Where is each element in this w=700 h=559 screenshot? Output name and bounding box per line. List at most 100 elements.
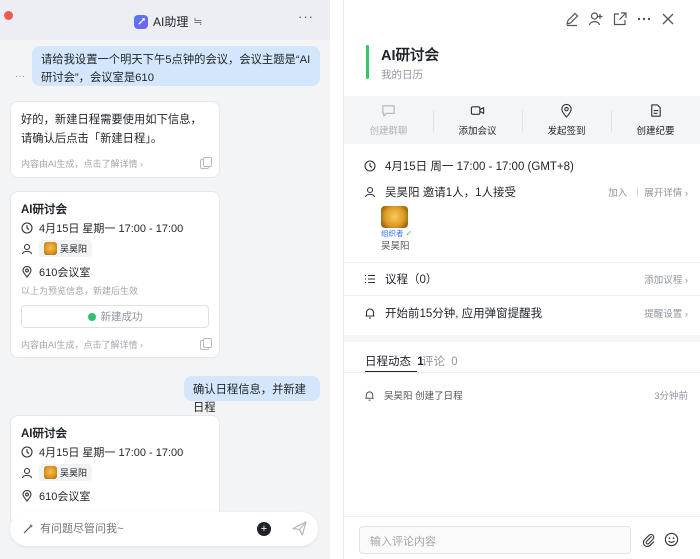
ai-footer-1: 内容由AI生成，点击了解详情 ›	[21, 156, 212, 170]
agenda-label: 议程（0）	[385, 274, 438, 286]
event-title: AI研讨会	[381, 48, 439, 64]
user-message-2-text: 确认日程信息，并新建日程	[193, 384, 306, 415]
create-success-button[interactable]: 新建成功	[21, 305, 209, 328]
event-card-1-time-row: 4月15日 星期一 17:00 - 17:00	[21, 220, 183, 236]
assistant-chat-panel: AI助理 ≒ ··· ··· 请给我设置一个明天下午5点钟的会议，会议主题是“A…	[0, 0, 330, 559]
event-card-1-person-row: 吴昊阳	[21, 240, 93, 257]
event-preview-card-2: AI研讨会 4月15日 星期一 17:00 - 17:00 吴昊阳 610会议室	[10, 415, 220, 525]
invite-divider	[637, 187, 639, 197]
sparkle-icon	[23, 524, 33, 534]
message-more-dots[interactable]: ···	[15, 71, 25, 82]
attendee-name: 吴昊阳	[60, 244, 88, 254]
attendee-chip[interactable]: 吴昊阳	[39, 240, 93, 257]
add-person-icon[interactable]	[588, 11, 604, 27]
event-card-1-room: 610会议室	[39, 267, 91, 279]
event-card-2-person-row: 吴昊阳	[21, 464, 93, 481]
event-time-row: 4月15日 周一 17:00 - 17:00 (GMT+8)	[364, 158, 688, 174]
attendee-name: 吴昊阳	[60, 468, 88, 478]
assistant-title-suffix[interactable]: ≒	[193, 15, 202, 28]
add-agenda-link[interactable]: 添加议程 ›	[644, 272, 688, 286]
comment-placeholder: 输入评论内容	[370, 536, 436, 548]
agenda-row[interactable]: 议程（0） 添加议程 ›	[364, 271, 688, 287]
event-card-2-room: 610会议室	[39, 491, 91, 503]
reminder-row[interactable]: 开始前15分钟, 应用弹窗提醒我 提醒设置 ›	[364, 305, 688, 321]
tab-activity-label: 日程动态	[365, 356, 411, 368]
window-close-dot[interactable]	[4, 11, 13, 20]
organizer-avatar[interactable]	[381, 206, 408, 228]
join-button[interactable]: 加入	[608, 185, 627, 199]
check-in-label: 发起签到	[547, 126, 586, 137]
success-check-icon	[87, 312, 96, 321]
close-icon[interactable]	[660, 11, 676, 27]
clock-icon	[21, 446, 33, 458]
reminder-text: 开始前15分钟, 应用弹窗提醒我	[385, 308, 543, 320]
tab-activity[interactable]: 日程动态 1	[365, 353, 424, 369]
location-pin-icon	[561, 103, 572, 118]
accepted-check-icon: ✓	[405, 229, 413, 238]
ai-disclaimer-link-2[interactable]: 内容由AI生成，点击了解详情 ›	[21, 338, 143, 351]
create-minutes-button[interactable]: 创建纪要	[611, 96, 700, 144]
avatar	[44, 466, 57, 479]
ai-disclaimer-link[interactable]: 内容由AI生成，点击了解详情 ›	[21, 157, 143, 170]
event-time: 4月15日 周一 17:00 - 17:00 (GMT+8)	[385, 161, 574, 173]
share-icon[interactable]	[612, 11, 628, 27]
tab-comment[interactable]: 评论 0	[422, 353, 458, 369]
activity-text: 吴昊阳 创建了日程	[384, 391, 463, 402]
action-strip: 创建群聊 添加会议 发起签到 创建纪要	[344, 96, 700, 144]
add-meeting-label: 添加会议	[458, 126, 497, 137]
clock-icon	[21, 222, 33, 234]
event-card-1-time: 4月15日 星期一 17:00 - 17:00	[39, 223, 184, 235]
comment-input[interactable]: 输入评论内容	[359, 526, 631, 554]
invite-summary: 吴昊阳 邀请1人，1人接受	[385, 187, 516, 199]
reminder-settings-link[interactable]: 提醒设置 ›	[644, 306, 688, 320]
user-message-2: 确认日程信息，并新建日程	[184, 376, 320, 414]
chat-input-bar: +	[10, 512, 318, 546]
ai-reply-card: 好的，新建日程需要使用如下信息，请确认后点击「新建日程」。 内容由AI生成，点击…	[10, 101, 220, 178]
event-detail-panel: AI研讨会 我的日历 创建群聊 添加会议 发起签到 创建纪要 4月15日 周一 …	[343, 0, 700, 559]
chat-bubble-icon	[382, 105, 395, 117]
ai-assistant-logo-icon	[134, 14, 148, 29]
copy-icon[interactable]	[200, 337, 212, 350]
copy-icon[interactable]	[200, 156, 212, 169]
more-icon[interactable]	[636, 11, 652, 27]
event-card-2-title: AI研讨会	[21, 428, 67, 440]
event-card-2-time-row: 4月15日 星期一 17:00 - 17:00	[21, 444, 183, 460]
list-icon	[365, 274, 375, 284]
user-message-1: 请给我设置一个明天下午5点钟的会议，会议主题是“AI研讨会”，会议室是610	[32, 46, 320, 86]
send-icon[interactable]	[292, 521, 307, 536]
expand-details-link[interactable]: 展开详情 ›	[644, 185, 688, 199]
person-icon	[21, 243, 33, 254]
location-pin-icon	[22, 490, 32, 502]
more-menu-button[interactable]: ···	[298, 9, 314, 24]
edit-icon[interactable]	[564, 11, 580, 27]
avatar	[44, 242, 57, 255]
person-icon	[364, 186, 376, 198]
create-group-chat-label: 创建群聊	[369, 126, 408, 137]
emoji-icon[interactable]	[664, 532, 679, 547]
create-group-chat-button[interactable]: 创建群聊	[344, 96, 433, 144]
calendar-name: 我的日历	[381, 69, 423, 81]
assistant-title-text: AI助理	[153, 15, 189, 29]
document-icon	[651, 104, 661, 117]
assistant-header: AI助理 ≒ ···	[0, 0, 330, 40]
event-card-1-room-row: 610会议室	[21, 264, 90, 280]
check-in-button[interactable]: 发起签到	[522, 96, 611, 144]
event-card-2-room-row: 610会议室	[21, 488, 90, 504]
add-attachment-button[interactable]: +	[257, 522, 271, 536]
person-icon	[21, 467, 33, 478]
tab-comment-count: 0	[451, 356, 458, 368]
preview-note: 以上为预览信息，新建后生效	[21, 286, 139, 296]
bell-icon	[365, 390, 374, 401]
event-color-bar	[366, 45, 369, 79]
ai-footer-2: 内容由AI生成，点击了解详情 ›	[21, 337, 212, 351]
user-message-1-text: 请给我设置一个明天下午5点钟的会议，会议主题是“AI研讨会”，会议室是610	[41, 54, 311, 85]
event-card-2-time: 4月15日 星期一 17:00 - 17:00	[39, 447, 184, 459]
chat-input[interactable]	[40, 520, 230, 538]
location-pin-icon	[22, 266, 32, 278]
attachment-icon[interactable]	[641, 532, 656, 547]
event-card-1-title: AI研讨会	[21, 204, 67, 216]
add-meeting-button[interactable]: 添加会议	[433, 96, 522, 144]
attendee-chip[interactable]: 吴昊阳	[39, 464, 93, 481]
ai-reply-text: 好的，新建日程需要使用如下信息，请确认后点击「新建日程」。	[21, 114, 202, 146]
activity-item: 吴昊阳 创建了日程 3分钟前	[364, 388, 688, 402]
